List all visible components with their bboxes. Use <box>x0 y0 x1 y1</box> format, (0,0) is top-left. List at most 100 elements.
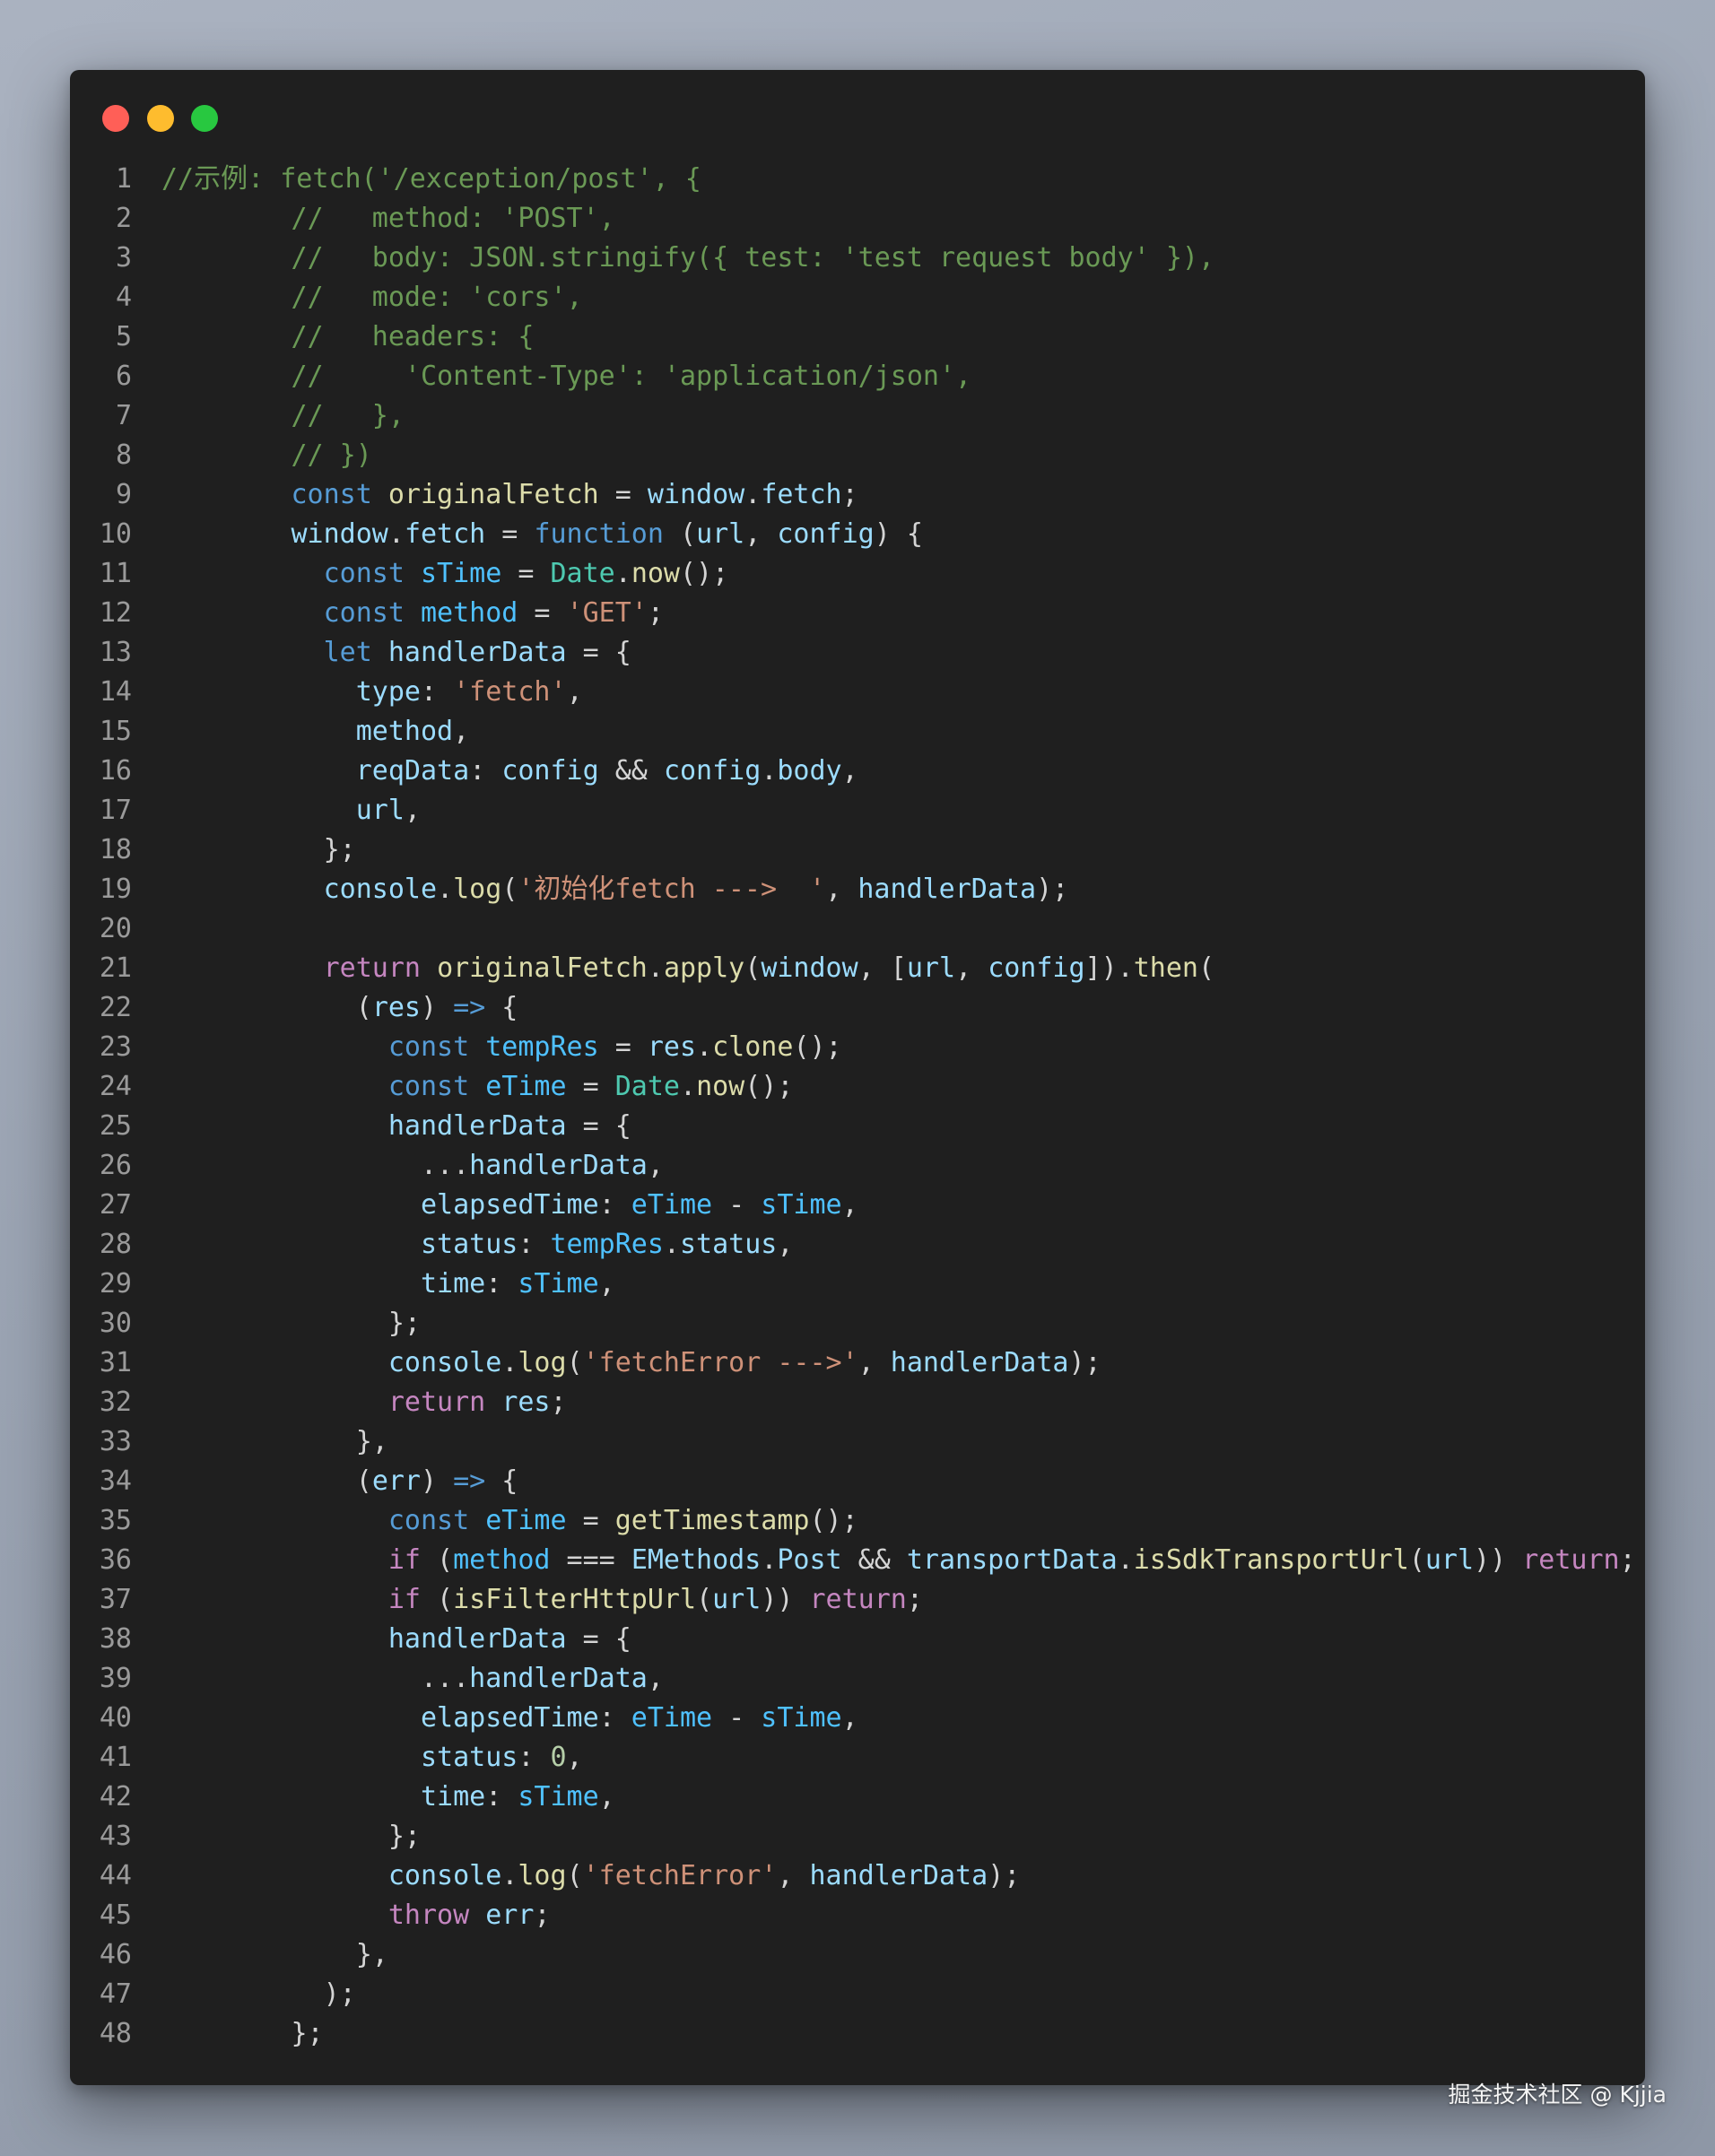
code-window: 1 //示例: fetch('/exception/post', {2 // me… <box>70 70 1645 2085</box>
line-number: 27 <box>99 1189 132 1221</box>
line-number: 38 <box>99 1623 132 1655</box>
code-token: if <box>387 1584 421 1615</box>
code-token: // }, <box>291 400 405 431</box>
code-line: 28 status: tempRes.status, <box>70 1225 1645 1265</box>
code-token: // headers: { <box>291 321 535 352</box>
code-token: , <box>841 1189 858 1221</box>
code-token: , <box>777 1860 810 1891</box>
code-token: }; <box>161 2018 324 2049</box>
code-token: . <box>761 1544 778 1576</box>
code-token: originalFetch <box>437 952 648 984</box>
code-editor[interactable]: 1 //示例: fetch('/exception/post', {2 // me… <box>70 160 1645 2054</box>
code-token: && <box>841 1544 907 1576</box>
code-token: originalFetch <box>387 479 599 510</box>
line-source: }, <box>161 1422 388 1462</box>
code-token: time <box>420 1781 486 1813</box>
code-line: 17 url, <box>70 791 1645 830</box>
line-number: 24 <box>99 1071 132 1102</box>
code-token: (); <box>744 1071 794 1102</box>
code-token: (); <box>809 1505 858 1536</box>
line-source: throw err; <box>161 1896 551 1935</box>
code-token: handlerData <box>387 1110 567 1142</box>
line-number: 13 <box>99 637 132 668</box>
code-token: return <box>809 1584 907 1615</box>
line-number: 6 <box>115 361 132 392</box>
code-token: , <box>841 755 858 787</box>
line-number: 1 <box>115 163 132 195</box>
code-token: config <box>777 518 875 550</box>
line-source: if (isFilterHttpUrl(url)) return; <box>161 1580 923 1620</box>
code-token: const <box>387 1505 470 1536</box>
code-token: => <box>453 992 486 1023</box>
code-token: err <box>485 1900 535 1931</box>
line-source: type: 'fetch', <box>161 673 583 712</box>
code-line: 27 elapsedTime: eTime - sTime, <box>70 1186 1645 1225</box>
code-token: = <box>566 1505 615 1536</box>
code-token: ( <box>421 1544 454 1576</box>
code-token: . <box>501 1860 518 1891</box>
code-token: const <box>323 597 405 629</box>
code-token: status <box>420 1742 518 1773</box>
code-token: = { <box>566 637 631 668</box>
line-source: time: sTime, <box>161 1265 615 1304</box>
line-source: }; <box>161 2014 324 2054</box>
code-token: ( <box>663 518 697 550</box>
code-line: 4 // mode: 'cors', <box>70 278 1645 317</box>
code-token: 'fetchError --->' <box>582 1347 858 1378</box>
line-source: return originalFetch.apply(window, [url,… <box>161 949 1214 988</box>
line-number: 46 <box>99 1939 132 1970</box>
code-token: url <box>1424 1544 1475 1576</box>
minimize-window-icon[interactable] <box>147 105 174 132</box>
code-line: 7 // }, <box>70 396 1645 436</box>
code-token: const <box>387 1071 470 1102</box>
line-number: 30 <box>99 1308 132 1339</box>
line-number: 47 <box>99 1978 132 2010</box>
code-token: window <box>291 518 388 550</box>
code-token: // body: JSON.stringify({ test: 'test re… <box>291 242 1215 274</box>
code-line: 15 method, <box>70 712 1645 752</box>
code-token: handlerData <box>890 1347 1069 1378</box>
code-token: function <box>534 518 664 550</box>
code-token: ( <box>566 1347 583 1378</box>
line-number: 28 <box>99 1229 132 1260</box>
code-token: ); <box>988 1860 1021 1891</box>
line-source: console.log('初始化fetch ---> ', handlerDat… <box>161 870 1069 909</box>
code-token: ( <box>696 1584 713 1615</box>
zoom-window-icon[interactable] <box>191 105 218 132</box>
line-number: 34 <box>99 1465 132 1497</box>
code-line: 3 // body: JSON.stringify({ test: 'test … <box>70 239 1645 278</box>
code-token: clone <box>712 1031 794 1063</box>
line-number: 2 <box>115 203 132 234</box>
code-line: 36 if (method === EMethods.Post && trans… <box>70 1541 1645 1580</box>
line-number: 9 <box>115 479 132 510</box>
code-token: then <box>1133 952 1198 984</box>
code-token: , <box>777 1229 794 1260</box>
line-source: if (method === EMethods.Post && transpor… <box>161 1541 1636 1580</box>
line-number: 5 <box>115 321 132 352</box>
code-line: 20 <box>70 909 1645 949</box>
code-token: EMethods <box>631 1544 762 1576</box>
code-token: fetch <box>761 479 842 510</box>
code-line: 40 elapsedTime: eTime - sTime, <box>70 1699 1645 1738</box>
code-line: 22 (res) => { <box>70 988 1645 1028</box>
code-token: => <box>453 1465 486 1497</box>
close-window-icon[interactable] <box>102 105 129 132</box>
code-token: Post <box>777 1544 842 1576</box>
code-line: 44 console.log('fetchError', handlerData… <box>70 1856 1645 1896</box>
code-token: log <box>518 1860 567 1891</box>
code-token: 'fetch' <box>453 676 567 708</box>
